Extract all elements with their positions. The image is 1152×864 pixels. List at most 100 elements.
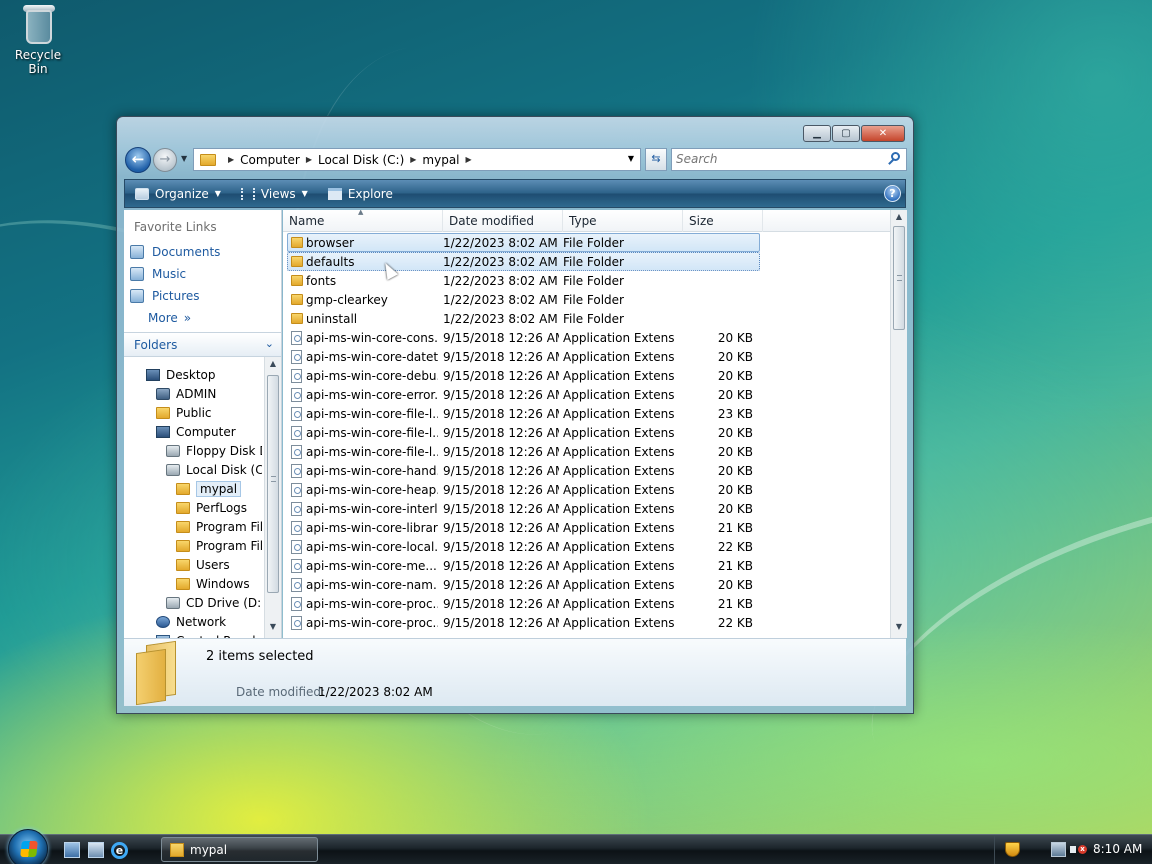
- search-input[interactable]: [672, 149, 872, 169]
- tree-node-label: Computer: [176, 424, 236, 439]
- back-button[interactable]: ←: [125, 147, 151, 173]
- internet-explorer-icon[interactable]: e: [111, 842, 128, 859]
- folder-icon: [200, 153, 216, 166]
- folder-tree: Desktop ADMIN Public Computer Floppy Disk Dr…: [124, 357, 262, 638]
- file-size: 22 KB: [717, 616, 753, 630]
- favorite-documents[interactable]: Documents: [130, 242, 280, 262]
- switch-windows-icon[interactable]: [88, 842, 104, 858]
- folders-header[interactable]: Folders ⌄: [124, 332, 281, 357]
- tree-node[interactable]: ADMIN: [156, 384, 216, 403]
- tree-node[interactable]: PerfLogs: [176, 498, 247, 517]
- views-button[interactable]: Views ▼: [231, 180, 318, 207]
- show-desktop-icon[interactable]: [64, 842, 80, 858]
- clock[interactable]: 8:10 AM: [1093, 842, 1142, 856]
- file-row[interactable]: api-ms-win-core-proc... 9/15/2018 12:26 A…: [287, 594, 760, 613]
- file-row[interactable]: api-ms-win-core-error... 9/15/2018 12:26 …: [287, 385, 760, 404]
- file-row[interactable]: uninstall 1/22/2023 8:02 AM File Folder: [287, 309, 760, 328]
- breadcrumb-computer[interactable]: Computer: [240, 153, 300, 167]
- forward-button[interactable]: →: [153, 148, 177, 172]
- network-status-icon[interactable]: [1051, 842, 1066, 857]
- scroll-down-icon[interactable]: ▼: [265, 622, 281, 636]
- tree-node[interactable]: Floppy Disk Dr: [166, 441, 262, 460]
- column-date-modified[interactable]: Date modified: [443, 210, 563, 232]
- folder-icon: [176, 558, 190, 571]
- file-row[interactable]: api-ms-win-core-file-l... 9/15/2018 12:26…: [287, 423, 760, 442]
- taskbar-button-mypal[interactable]: mypal: [161, 837, 318, 862]
- tree-node[interactable]: Computer: [156, 422, 236, 441]
- security-shield-icon[interactable]: [1005, 842, 1020, 857]
- volume-muted-icon[interactable]: x: [1070, 842, 1087, 857]
- scroll-down-icon[interactable]: ▼: [891, 622, 907, 636]
- file-row[interactable]: api-ms-win-core-file-l... 9/15/2018 12:26…: [287, 442, 760, 461]
- explorer-window: ▁ ▢ ✕ ← → ▼ ▶ Computer ▶ Local Disk (C:)…: [116, 116, 914, 714]
- breadcrumb-mypal[interactable]: mypal: [422, 153, 459, 167]
- maximize-button[interactable]: ▢: [832, 125, 860, 142]
- dll-file-icon: [291, 502, 302, 516]
- file-row[interactable]: api-ms-win-core-file-l... 9/15/2018 12:26…: [287, 404, 760, 423]
- folder-icon: [291, 237, 303, 248]
- file-name: fonts: [306, 274, 337, 288]
- refresh-button[interactable]: ⇆: [645, 148, 667, 171]
- tree-node[interactable]: Program File: [176, 536, 262, 555]
- file-row[interactable]: browser 1/22/2023 8:02 AM File Folder: [287, 233, 760, 252]
- file-row[interactable]: defaults 1/22/2023 8:02 AM File Folder: [287, 252, 760, 271]
- close-button[interactable]: ✕: [861, 125, 905, 142]
- file-row[interactable]: gmp-clearkey 1/22/2023 8:02 AM File Folder: [287, 290, 760, 309]
- tree-node[interactable]: Control Panel: [156, 631, 256, 638]
- breadcrumb-local-disk[interactable]: Local Disk (C:): [318, 153, 404, 167]
- file-row[interactable]: api-ms-win-core-heap... 9/15/2018 12:26 A…: [287, 480, 760, 499]
- tree-node[interactable]: mypal: [176, 479, 242, 498]
- file-row[interactable]: api-ms-win-core-proc... 9/15/2018 12:26 A…: [287, 613, 760, 632]
- favorite-more[interactable]: More »: [148, 308, 281, 328]
- tree-node[interactable]: CD Drive (D:) M: [166, 593, 262, 612]
- scroll-up-icon[interactable]: ▲: [265, 359, 281, 373]
- address-bar[interactable]: ▶ Computer ▶ Local Disk (C:) ▶ mypal ▶ ▼: [193, 148, 641, 171]
- favorite-pictures[interactable]: Pictures: [130, 286, 280, 306]
- search-box[interactable]: [671, 148, 907, 171]
- file-row[interactable]: api-ms-win-core-nam... 9/15/2018 12:26 AM…: [287, 575, 760, 594]
- start-button[interactable]: [8, 829, 48, 864]
- search-icon[interactable]: [888, 152, 902, 166]
- file-row[interactable]: api-ms-win-core-hand... 9/15/2018 12:26 A…: [287, 461, 760, 480]
- file-row[interactable]: api-ms-win-core-cons... 9/15/2018 12:26 A…: [287, 328, 760, 347]
- recent-pages-dropdown[interactable]: ▼: [181, 154, 187, 163]
- column-size[interactable]: Size: [683, 210, 763, 232]
- file-row[interactable]: api-ms-win-core-datet... 9/15/2018 12:26 …: [287, 347, 760, 366]
- scroll-up-icon[interactable]: ▲: [891, 212, 907, 226]
- explore-button[interactable]: Explore: [318, 180, 403, 207]
- file-row[interactable]: api-ms-win-core-local... 9/15/2018 12:26 …: [287, 537, 760, 556]
- file-list-scrollbar[interactable]: ▲ ▼: [890, 210, 907, 638]
- minimize-button[interactable]: ▁: [803, 125, 831, 142]
- tree-node[interactable]: Program File: [176, 517, 262, 536]
- file-size: 20 KB: [717, 578, 753, 592]
- recycle-bin-desktop-icon[interactable]: Recycle Bin: [4, 2, 72, 76]
- tree-node[interactable]: Users: [176, 555, 230, 574]
- taskbar: e mypal x 8:10 AM: [0, 829, 1152, 864]
- column-name[interactable]: ▲ Name: [283, 210, 443, 232]
- file-size: 20 KB: [717, 445, 753, 459]
- file-size: 20 KB: [717, 483, 753, 497]
- file-name: api-ms-win-core-proc...: [306, 616, 438, 630]
- scroll-thumb[interactable]: [267, 375, 279, 593]
- favorite-music[interactable]: Music: [130, 264, 280, 284]
- file-row[interactable]: fonts 1/22/2023 8:02 AM File Folder: [287, 271, 760, 290]
- file-row[interactable]: api-ms-win-core-interl... 9/15/2018 12:26…: [287, 499, 760, 518]
- file-row[interactable]: api-ms-win-core-me... 9/15/2018 12:26 AM A…: [287, 556, 760, 575]
- scroll-thumb[interactable]: [893, 226, 905, 330]
- tree-node[interactable]: Windows: [176, 574, 250, 593]
- folder-tree-scrollbar[interactable]: ▲ ▼: [264, 357, 281, 638]
- file-type: Application Extens...: [563, 331, 675, 345]
- tree-node[interactable]: Desktop: [146, 365, 216, 384]
- tree-node[interactable]: Local Disk (C:): [166, 460, 262, 479]
- organize-button[interactable]: Organize ▼: [125, 180, 231, 207]
- tree-node[interactable]: Public: [156, 403, 212, 422]
- file-row[interactable]: api-ms-win-core-librar... 9/15/2018 12:26…: [287, 518, 760, 537]
- file-row[interactable]: api-ms-win-core-debu... 9/15/2018 12:26 A…: [287, 366, 760, 385]
- column-type[interactable]: Type: [563, 210, 683, 232]
- file-name: api-ms-win-core-file-l...: [306, 407, 438, 421]
- address-dropdown-icon[interactable]: ▼: [628, 154, 634, 163]
- help-button[interactable]: ?: [884, 185, 901, 202]
- folder-icon: [291, 275, 303, 286]
- sort-ascending-icon: ▲: [358, 210, 364, 216]
- tree-node[interactable]: Network: [156, 612, 226, 631]
